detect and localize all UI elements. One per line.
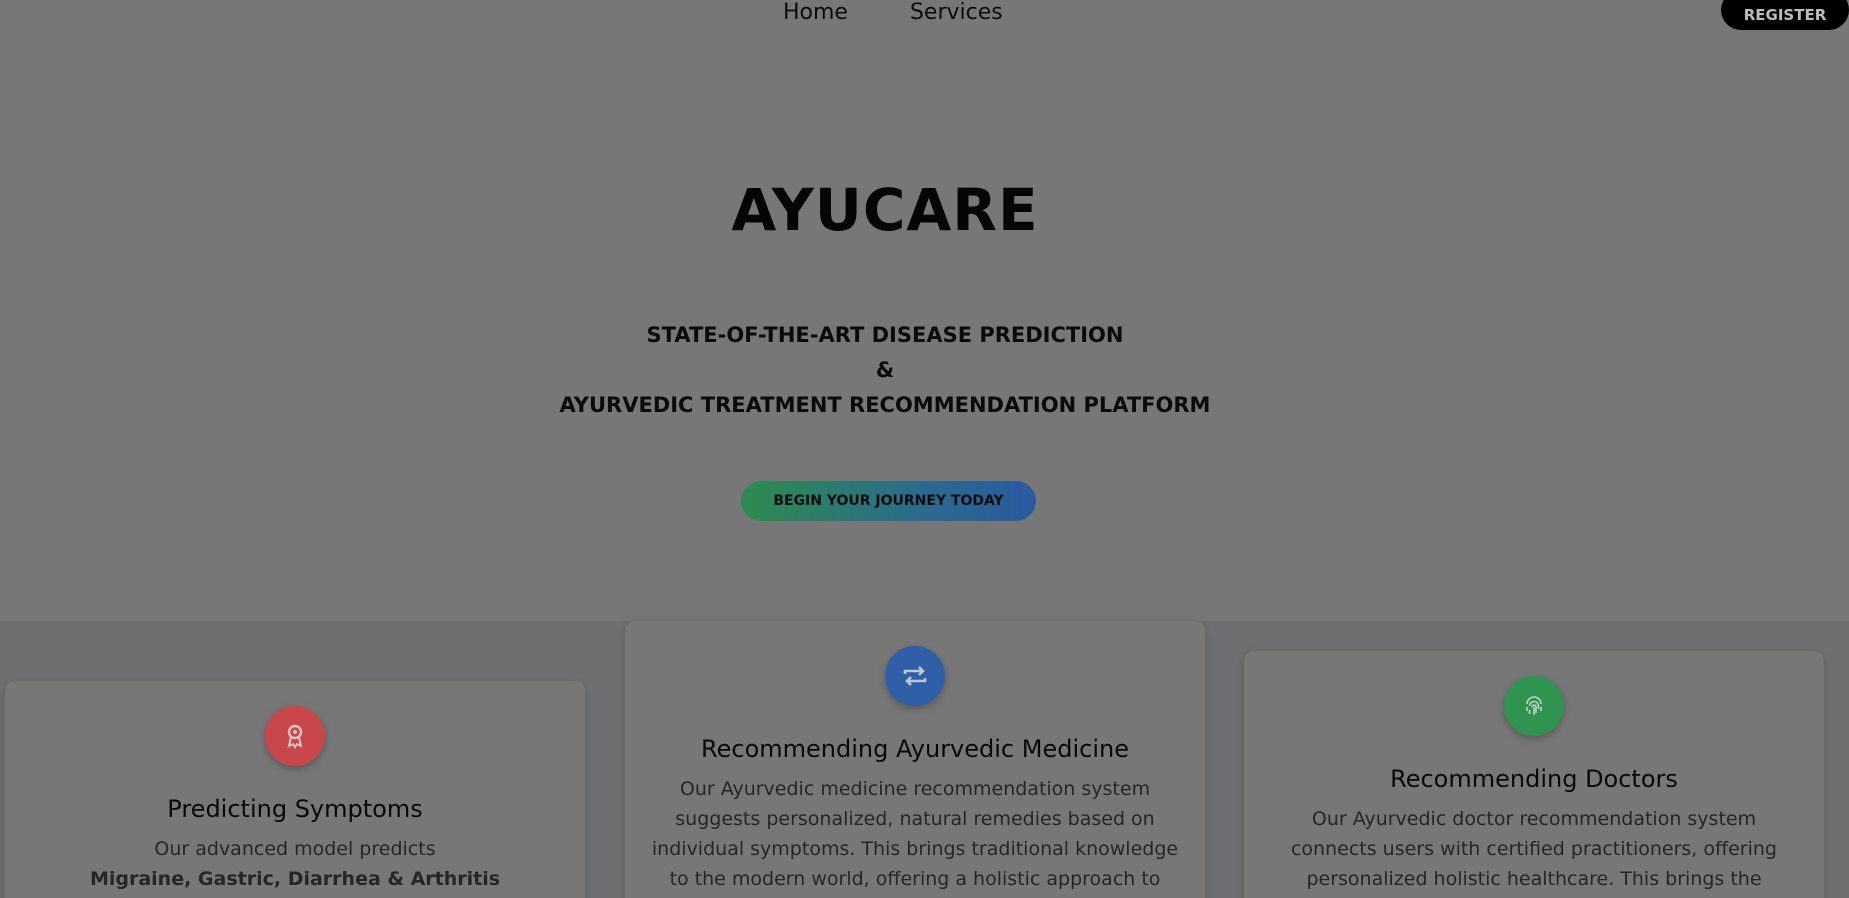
service-card-predicting-symptoms: Predicting Symptoms Our advanced model p… [5, 681, 585, 898]
nav-link-home[interactable]: Home [783, 0, 848, 26]
card-title: Recommending Doctors [1390, 765, 1678, 793]
repeat-icon [885, 646, 945, 706]
card-title: Predicting Symptoms [167, 795, 423, 823]
brand-title: AYUCARE [731, 176, 1039, 244]
hero-subtitle-line-1: STATE-OF-THE-ART DISEASE PREDICTION [646, 323, 1124, 347]
register-button[interactable]: REGISTER [1721, 0, 1849, 30]
hero-subtitle: STATE-OF-THE-ART DISEASE PREDICTION & AY… [0, 318, 1770, 423]
card-description: Our advanced model predicts Migraine, Ga… [30, 834, 560, 894]
card-description-text: Our advanced model predicts [154, 838, 436, 860]
hero-subtitle-line-2: & [875, 358, 895, 382]
award-icon [265, 706, 325, 766]
award-icon-glyph [287, 724, 303, 749]
card-description: Our Ayurvedic doctor recommendation syst… [1290, 808, 1777, 890]
nav-links: Home Services [783, 0, 1003, 26]
fingerprint-icon-glyph [1526, 696, 1542, 715]
repeat-icon-glyph [903, 666, 927, 686]
service-card-recommending-doctors: Recommending Doctors Our Ayurvedic docto… [1244, 651, 1824, 898]
begin-journey-button[interactable]: BEGIN YOUR JOURNEY TODAY [741, 481, 1036, 521]
card-description: Our Ayurvedic medicine recommendation sy… [651, 778, 1179, 890]
service-card-ayurvedic-medicine: Recommending Ayurvedic Medicine Our Ayur… [625, 621, 1205, 898]
nav-link-services[interactable]: Services [910, 0, 1003, 26]
card-description-diseases: Migraine, Gastric, Diarrhea & Arthritis [89, 868, 501, 890]
fingerprint-icon [1504, 676, 1564, 736]
card-title: Recommending Ayurvedic Medicine [701, 735, 1129, 763]
hero-subtitle-line-3: AYURVEDIC TREATMENT RECOMMENDATION PLATF… [559, 393, 1211, 417]
top-navigation: Home Services REGISTER [0, 0, 1849, 40]
